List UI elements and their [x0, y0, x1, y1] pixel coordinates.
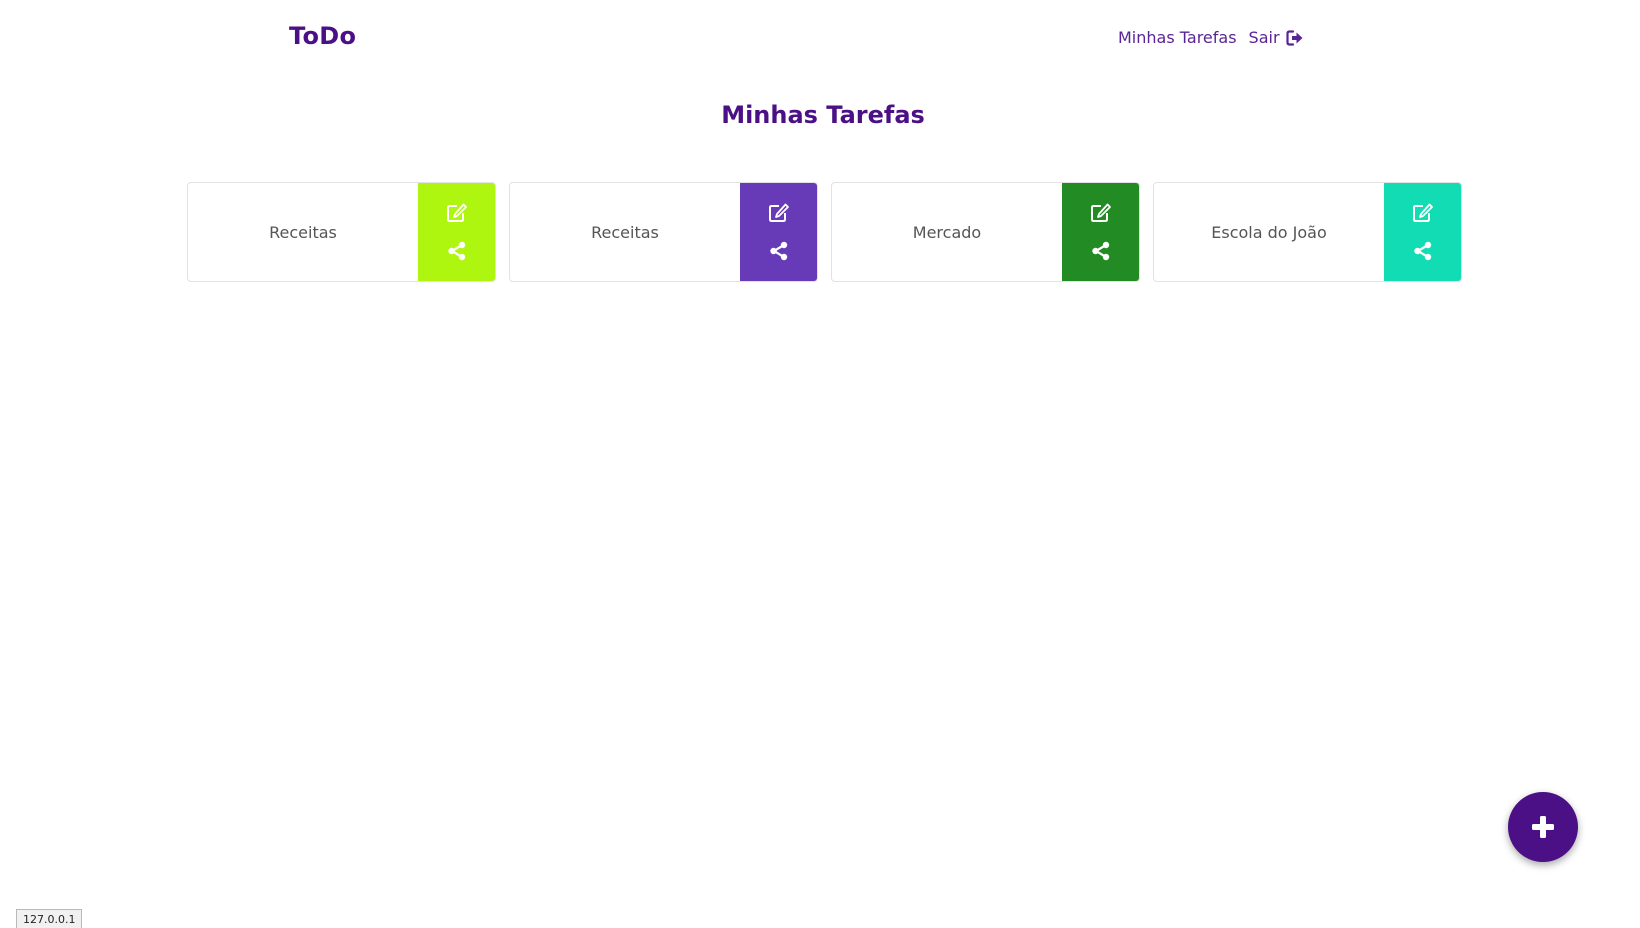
- card-actions: [1062, 183, 1139, 281]
- card-actions: [418, 183, 495, 281]
- edit-icon[interactable]: [445, 202, 469, 224]
- task-list-name: Receitas: [591, 222, 659, 242]
- page-title: Minhas Tarefas: [721, 101, 925, 129]
- share-icon[interactable]: [445, 240, 469, 262]
- share-icon[interactable]: [1089, 240, 1113, 262]
- logout-link[interactable]: Sair: [1249, 28, 1304, 47]
- task-list-grid: Receitas Receitas Mercado Escola do João: [187, 182, 1462, 282]
- task-list-card[interactable]: Receitas: [187, 182, 496, 282]
- navbar: ToDo Minhas Tarefas Sair: [0, 0, 1640, 80]
- task-list-name: Receitas: [269, 222, 337, 242]
- status-bar: 127.0.0.1: [16, 909, 83, 928]
- nav-link-label: Sair: [1248, 28, 1280, 47]
- card-actions: [740, 183, 817, 281]
- share-icon[interactable]: [767, 240, 791, 262]
- task-list-name: Escola do João: [1211, 222, 1327, 242]
- edit-icon[interactable]: [1089, 202, 1113, 224]
- plus-icon: [1531, 815, 1555, 839]
- task-list-card[interactable]: Mercado: [831, 182, 1140, 282]
- logout-icon: [1285, 29, 1304, 46]
- add-list-button[interactable]: [1508, 792, 1578, 862]
- nav-link-minhas-tarefas[interactable]: Minhas Tarefas: [1118, 28, 1237, 47]
- nav-links: Minhas Tarefas Sair: [1118, 28, 1304, 47]
- share-icon[interactable]: [1411, 240, 1435, 262]
- nav-link-label: Minhas Tarefas: [1118, 28, 1237, 47]
- card-actions: [1384, 183, 1461, 281]
- task-list-card[interactable]: Escola do João: [1153, 182, 1462, 282]
- task-list-name: Mercado: [912, 222, 982, 242]
- edit-icon[interactable]: [767, 202, 791, 224]
- brand-logo[interactable]: ToDo: [289, 22, 356, 50]
- edit-icon[interactable]: [1411, 202, 1435, 224]
- task-list-card[interactable]: Receitas: [509, 182, 818, 282]
